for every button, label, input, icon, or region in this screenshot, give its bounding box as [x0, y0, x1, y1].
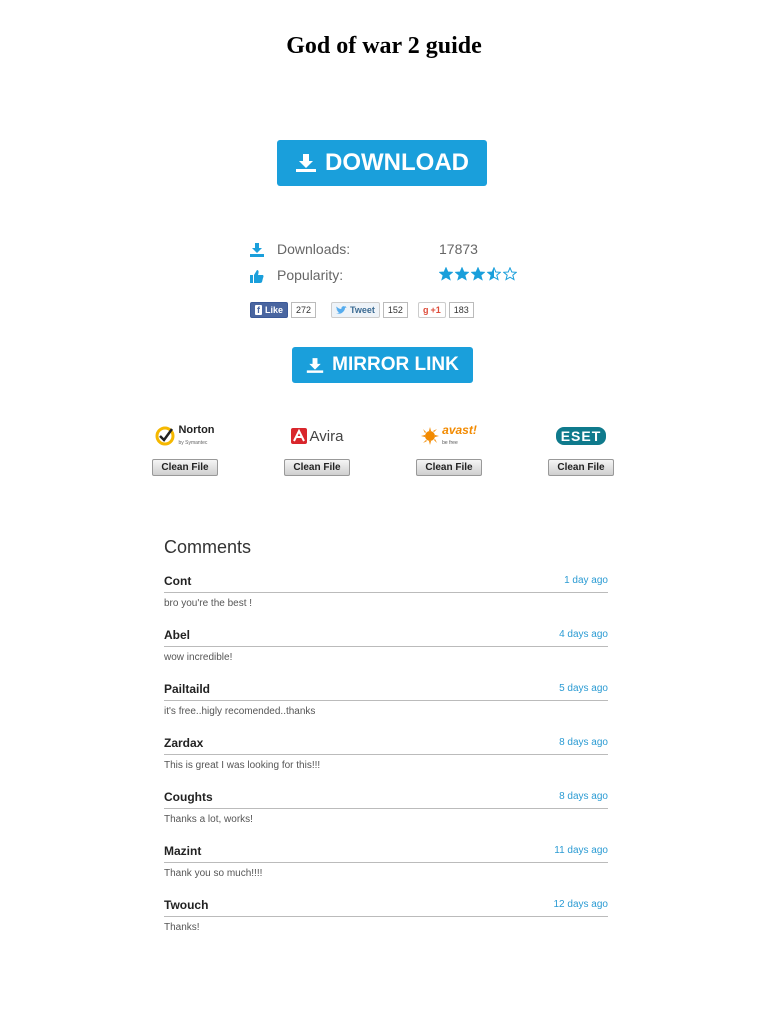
eset-clean-file-badge: Clean File — [548, 459, 614, 476]
avira-logo: Avira — [282, 422, 352, 450]
comment-time[interactable]: 12 days ago — [554, 899, 609, 910]
avira-icon — [290, 428, 307, 444]
comment-text: it's free..higly recomended..thanks — [164, 706, 316, 717]
comment-item: Zardax 8 days ago This is great I was lo… — [164, 736, 608, 790]
comment-author: Coughts — [164, 790, 213, 804]
comment-time[interactable]: 11 days ago — [554, 845, 608, 856]
comment-text: This is great I was looking for this!!! — [164, 760, 321, 771]
comment-divider — [164, 754, 608, 755]
norton-check-icon — [155, 426, 175, 446]
comment-divider — [164, 700, 608, 701]
facebook-icon: f — [255, 305, 262, 315]
downloads-stat: Downloads: 17873 — [250, 241, 540, 261]
comment-divider — [164, 916, 608, 917]
comment-divider — [164, 646, 608, 647]
google-plus-one[interactable]: g +1 183 — [418, 302, 474, 318]
comment-divider — [164, 808, 608, 809]
comment-author: Twouch — [164, 898, 209, 912]
download-icon — [296, 154, 316, 172]
mirror-link-label: MIRROR LINK — [332, 354, 459, 375]
popularity-label: Popularity: — [277, 267, 344, 283]
eset-logo: eset — [546, 422, 616, 450]
comment-item: Mazint 11 days ago Thank you so much!!!! — [164, 844, 608, 898]
comment-author: Cont — [164, 574, 192, 588]
avast-clean-file-badge: Clean File — [416, 459, 482, 476]
comment-time[interactable]: 8 days ago — [559, 737, 608, 748]
antivirus-avira: Avira Clean File — [282, 422, 352, 476]
download-button[interactable]: DOWNLOAD — [277, 140, 487, 186]
comment-item: Abel 4 days ago wow incredible! — [164, 628, 608, 682]
avast-icon — [421, 427, 440, 445]
google-plus-one-button[interactable]: g +1 — [418, 302, 446, 318]
comment-divider — [164, 592, 608, 593]
comment-item: Coughts 8 days ago Thanks a lot, works! — [164, 790, 608, 844]
download-icon — [306, 357, 324, 373]
twitter-tweet-count: 152 — [382, 302, 408, 318]
antivirus-eset: eset Clean File — [546, 422, 616, 476]
facebook-like-button[interactable]: f Like — [250, 302, 289, 318]
comment-author: Abel — [164, 628, 191, 642]
downloads-label: Downloads: — [277, 241, 351, 257]
norton-logo: Norton by Symantec — [150, 422, 220, 450]
thumbs-up-icon — [250, 270, 264, 283]
twitter-tweet-button[interactable]: Tweet — [331, 302, 380, 318]
comment-time[interactable]: 1 day ago — [564, 575, 608, 586]
star-empty-icon — [503, 267, 517, 281]
comment-time[interactable]: 5 days ago — [559, 683, 608, 694]
downloads-value: 17873 — [439, 241, 478, 257]
comment-author: Zardax — [164, 736, 204, 750]
antivirus-avast: avast! be free Clean File — [414, 422, 484, 476]
comment-time[interactable]: 8 days ago — [559, 791, 608, 802]
comment-divider — [164, 862, 608, 863]
star-full-icon — [471, 267, 485, 281]
comment-author: Mazint — [164, 844, 202, 858]
twitter-icon — [336, 305, 347, 314]
google-plus-icon: g — [423, 305, 429, 315]
google-plus-one-count: 183 — [448, 302, 474, 318]
mirror-link-button[interactable]: MIRROR LINK — [292, 347, 473, 383]
facebook-like-count: 272 — [291, 302, 317, 318]
antivirus-norton: Norton by Symantec Clean File — [150, 422, 220, 476]
comment-text: bro you're the best ! — [164, 598, 253, 609]
page-title: God of war 2 guide — [286, 33, 482, 59]
popularity-stat: Popularity: — [250, 267, 540, 287]
download-button-label: DOWNLOAD — [325, 149, 469, 176]
facebook-like[interactable]: f Like 272 — [250, 302, 317, 318]
avast-logo: avast! be free — [414, 422, 484, 450]
comment-item: Pailtaild 5 days ago it's free..higly re… — [164, 682, 608, 736]
avira-clean-file-badge: Clean File — [284, 459, 350, 476]
twitter-tweet[interactable]: Tweet 152 — [331, 302, 408, 318]
comment-item: Twouch 12 days ago Thanks! — [164, 898, 608, 952]
comments-list: Cont 1 day ago bro you're the best ! Abe… — [164, 574, 608, 952]
comment-item: Cont 1 day ago bro you're the best ! — [164, 574, 608, 628]
comment-text: Thanks! — [164, 922, 200, 933]
star-full-icon — [455, 267, 469, 281]
comment-time[interactable]: 4 days ago — [559, 629, 608, 640]
comments-heading: Comments — [164, 537, 252, 557]
comment-text: Thank you so much!!!! — [164, 868, 263, 879]
download-icon — [250, 243, 264, 257]
star-rating — [439, 267, 517, 281]
star-half-icon — [487, 267, 501, 281]
norton-clean-file-badge: Clean File — [152, 459, 218, 476]
comment-text: wow incredible! — [164, 652, 233, 663]
comment-text: Thanks a lot, works! — [164, 814, 253, 825]
comment-author: Pailtaild — [164, 682, 211, 696]
star-full-icon — [439, 267, 453, 281]
